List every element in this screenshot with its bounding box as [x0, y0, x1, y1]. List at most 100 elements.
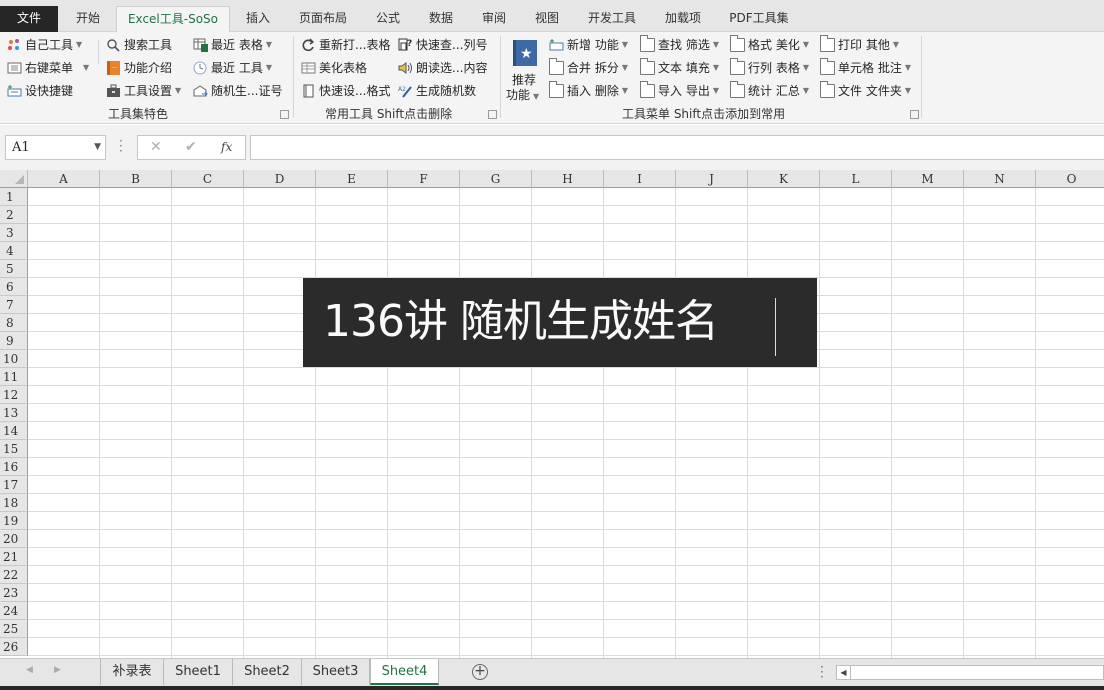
recent-tools-button[interactable]: 最近 工具 ▼	[193, 58, 272, 78]
menu-rows-cols-table[interactable]: 行列 表格 ▼	[730, 58, 809, 78]
column-header[interactable]: I	[604, 170, 676, 188]
chevron-down-icon[interactable]: ▼	[94, 136, 101, 159]
generate-random-button[interactable]: A2 生成随机数	[398, 81, 476, 101]
menu-insert-delete[interactable]: 插入 删除 ▼	[549, 81, 628, 101]
menu-format-beautify[interactable]: 格式 美化 ▼	[730, 35, 809, 55]
tab-excel-tools-soso[interactable]: Excel工具-SoSo	[116, 6, 230, 33]
sheet-tab[interactable]: Sheet2	[232, 659, 301, 685]
row-header[interactable]: 3	[0, 224, 28, 242]
row-header[interactable]: 13	[0, 404, 28, 422]
row-header[interactable]: 6	[0, 278, 28, 296]
column-header[interactable]: B	[100, 170, 172, 188]
menu-import-export[interactable]: 导入 导出 ▼	[640, 81, 719, 101]
row-header[interactable]: 8	[0, 314, 28, 332]
scroll-left-icon[interactable]: ◀	[26, 665, 33, 675]
tool-settings-button[interactable]: 工具设置 ▼	[106, 81, 181, 101]
dialog-launcher-icon[interactable]	[280, 110, 289, 119]
row-header[interactable]: 5	[0, 260, 28, 278]
tab-formulas[interactable]: 公式	[366, 6, 410, 32]
beautify-table-button[interactable]: 美化表格	[301, 58, 367, 78]
enter-icon[interactable]: ✔	[185, 139, 197, 155]
row-header[interactable]: 18	[0, 494, 28, 512]
column-header[interactable]: E	[316, 170, 388, 188]
tab-review[interactable]: 审阅	[472, 6, 516, 32]
column-header[interactable]: C	[172, 170, 244, 188]
row-header[interactable]: 22	[0, 566, 28, 584]
row-header[interactable]: 12	[0, 386, 28, 404]
column-header[interactable]: O	[1036, 170, 1104, 188]
row-header[interactable]: 1	[0, 188, 28, 206]
column-header[interactable]: K	[748, 170, 820, 188]
drag-handle-icon[interactable]: · · ·	[820, 661, 824, 683]
context-menu-button[interactable]: 右键菜单 ▼	[7, 58, 89, 78]
row-header[interactable]: 11	[0, 368, 28, 386]
select-all-button[interactable]	[0, 170, 28, 188]
row-header[interactable]: 9	[0, 332, 28, 350]
dialog-launcher-icon[interactable]	[488, 110, 497, 119]
recent-tables-button[interactable]: 最近 表格 ▼	[193, 35, 272, 55]
scroll-right-icon[interactable]: ▶	[54, 665, 61, 675]
column-header[interactable]: N	[964, 170, 1036, 188]
spreadsheet-grid[interactable]: ABCDEFGHIJKLMNO 1 2 3 4 5 6 7 8 9 10 11 12 13 14 15 16 1…	[0, 170, 1104, 658]
column-header[interactable]: M	[892, 170, 964, 188]
row-header[interactable]: 17	[0, 476, 28, 494]
add-sheet-icon[interactable]: +	[472, 664, 488, 680]
row-header[interactable]: 14	[0, 422, 28, 440]
row-header[interactable]: 7	[0, 296, 28, 314]
menu-find-filter[interactable]: 查找 筛选 ▼	[640, 35, 719, 55]
menu-merge-split[interactable]: 合并 拆分 ▼	[549, 58, 628, 78]
sheet-tab[interactable]: Sheet3	[301, 659, 370, 685]
menu-text-fill[interactable]: 文本 填充 ▼	[640, 58, 719, 78]
menu-stats-summary[interactable]: 统计 汇总 ▼	[730, 81, 809, 101]
quick-format-button[interactable]: 快速设...格式	[301, 81, 390, 101]
tab-view[interactable]: 视图	[524, 6, 570, 32]
column-header[interactable]: H	[532, 170, 604, 188]
read-aloud-button[interactable]: 朗读选...内容	[398, 58, 487, 78]
recommended-features-button[interactable]: ★ 推荐 功能 ▼	[506, 37, 542, 105]
row-header[interactable]: 15	[0, 440, 28, 458]
menu-add-feature[interactable]: 新增 功能 ▼	[549, 35, 628, 55]
search-tools-button[interactable]: 搜索工具	[106, 35, 172, 55]
row-header[interactable]: 20	[0, 530, 28, 548]
sheet-tab[interactable]: Sheet1	[163, 659, 232, 685]
row-header[interactable]: 10	[0, 350, 28, 368]
menu-cell-comment[interactable]: 单元格 批注 ▼	[820, 58, 911, 78]
column-header[interactable]: D	[244, 170, 316, 188]
menu-print-other[interactable]: 打印 其他 ▼	[820, 35, 899, 55]
set-shortcut-button[interactable]: 设快捷键	[7, 81, 73, 101]
reopen-table-button[interactable]: 重新打...表格	[301, 35, 390, 55]
tab-data[interactable]: 数据	[418, 6, 464, 32]
row-header[interactable]: 24	[0, 602, 28, 620]
tab-file[interactable]: 文件	[0, 6, 58, 32]
tab-page-layout[interactable]: 页面布局	[290, 6, 356, 32]
column-header[interactable]: G	[460, 170, 532, 188]
row-header[interactable]: 23	[0, 584, 28, 602]
column-header[interactable]: A	[28, 170, 100, 188]
row-header[interactable]: 21	[0, 548, 28, 566]
drag-handle-icon[interactable]: · · ·	[119, 135, 123, 157]
tab-developer[interactable]: 开发工具	[578, 6, 646, 32]
tab-home[interactable]: 开始	[62, 6, 114, 32]
row-header[interactable]: 26	[0, 638, 28, 656]
column-header[interactable]: J	[676, 170, 748, 188]
random-id-button[interactable]: 随机生...证号	[193, 81, 282, 101]
tab-pdf-tools[interactable]: PDF工具集	[722, 6, 796, 32]
feature-intro-button[interactable]: ··· 功能介绍	[106, 58, 172, 78]
my-tools-button[interactable]: 自己工具 ▼	[7, 35, 82, 55]
insert-function-icon[interactable]: fx	[221, 140, 232, 154]
row-header[interactable]: 16	[0, 458, 28, 476]
row-header[interactable]: 19	[0, 512, 28, 530]
tab-insert[interactable]: 插入	[234, 6, 282, 32]
name-box[interactable]: A1 ▼	[5, 135, 106, 160]
dialog-launcher-icon[interactable]	[910, 110, 919, 119]
formula-input[interactable]	[250, 135, 1104, 160]
cancel-icon[interactable]: ✕	[150, 139, 162, 155]
column-header[interactable]: L	[820, 170, 892, 188]
tab-add-ins[interactable]: 加载项	[654, 6, 712, 32]
scroll-left-icon[interactable]: ◀	[837, 666, 851, 679]
menu-file-folder[interactable]: 文件 文件夹 ▼	[820, 81, 911, 101]
column-header[interactable]: F	[388, 170, 460, 188]
row-header[interactable]: 2	[0, 206, 28, 224]
quick-lookup-button[interactable]: ? 快速查...列号	[398, 35, 487, 55]
sheet-tab[interactable]: 补录表	[100, 659, 163, 685]
